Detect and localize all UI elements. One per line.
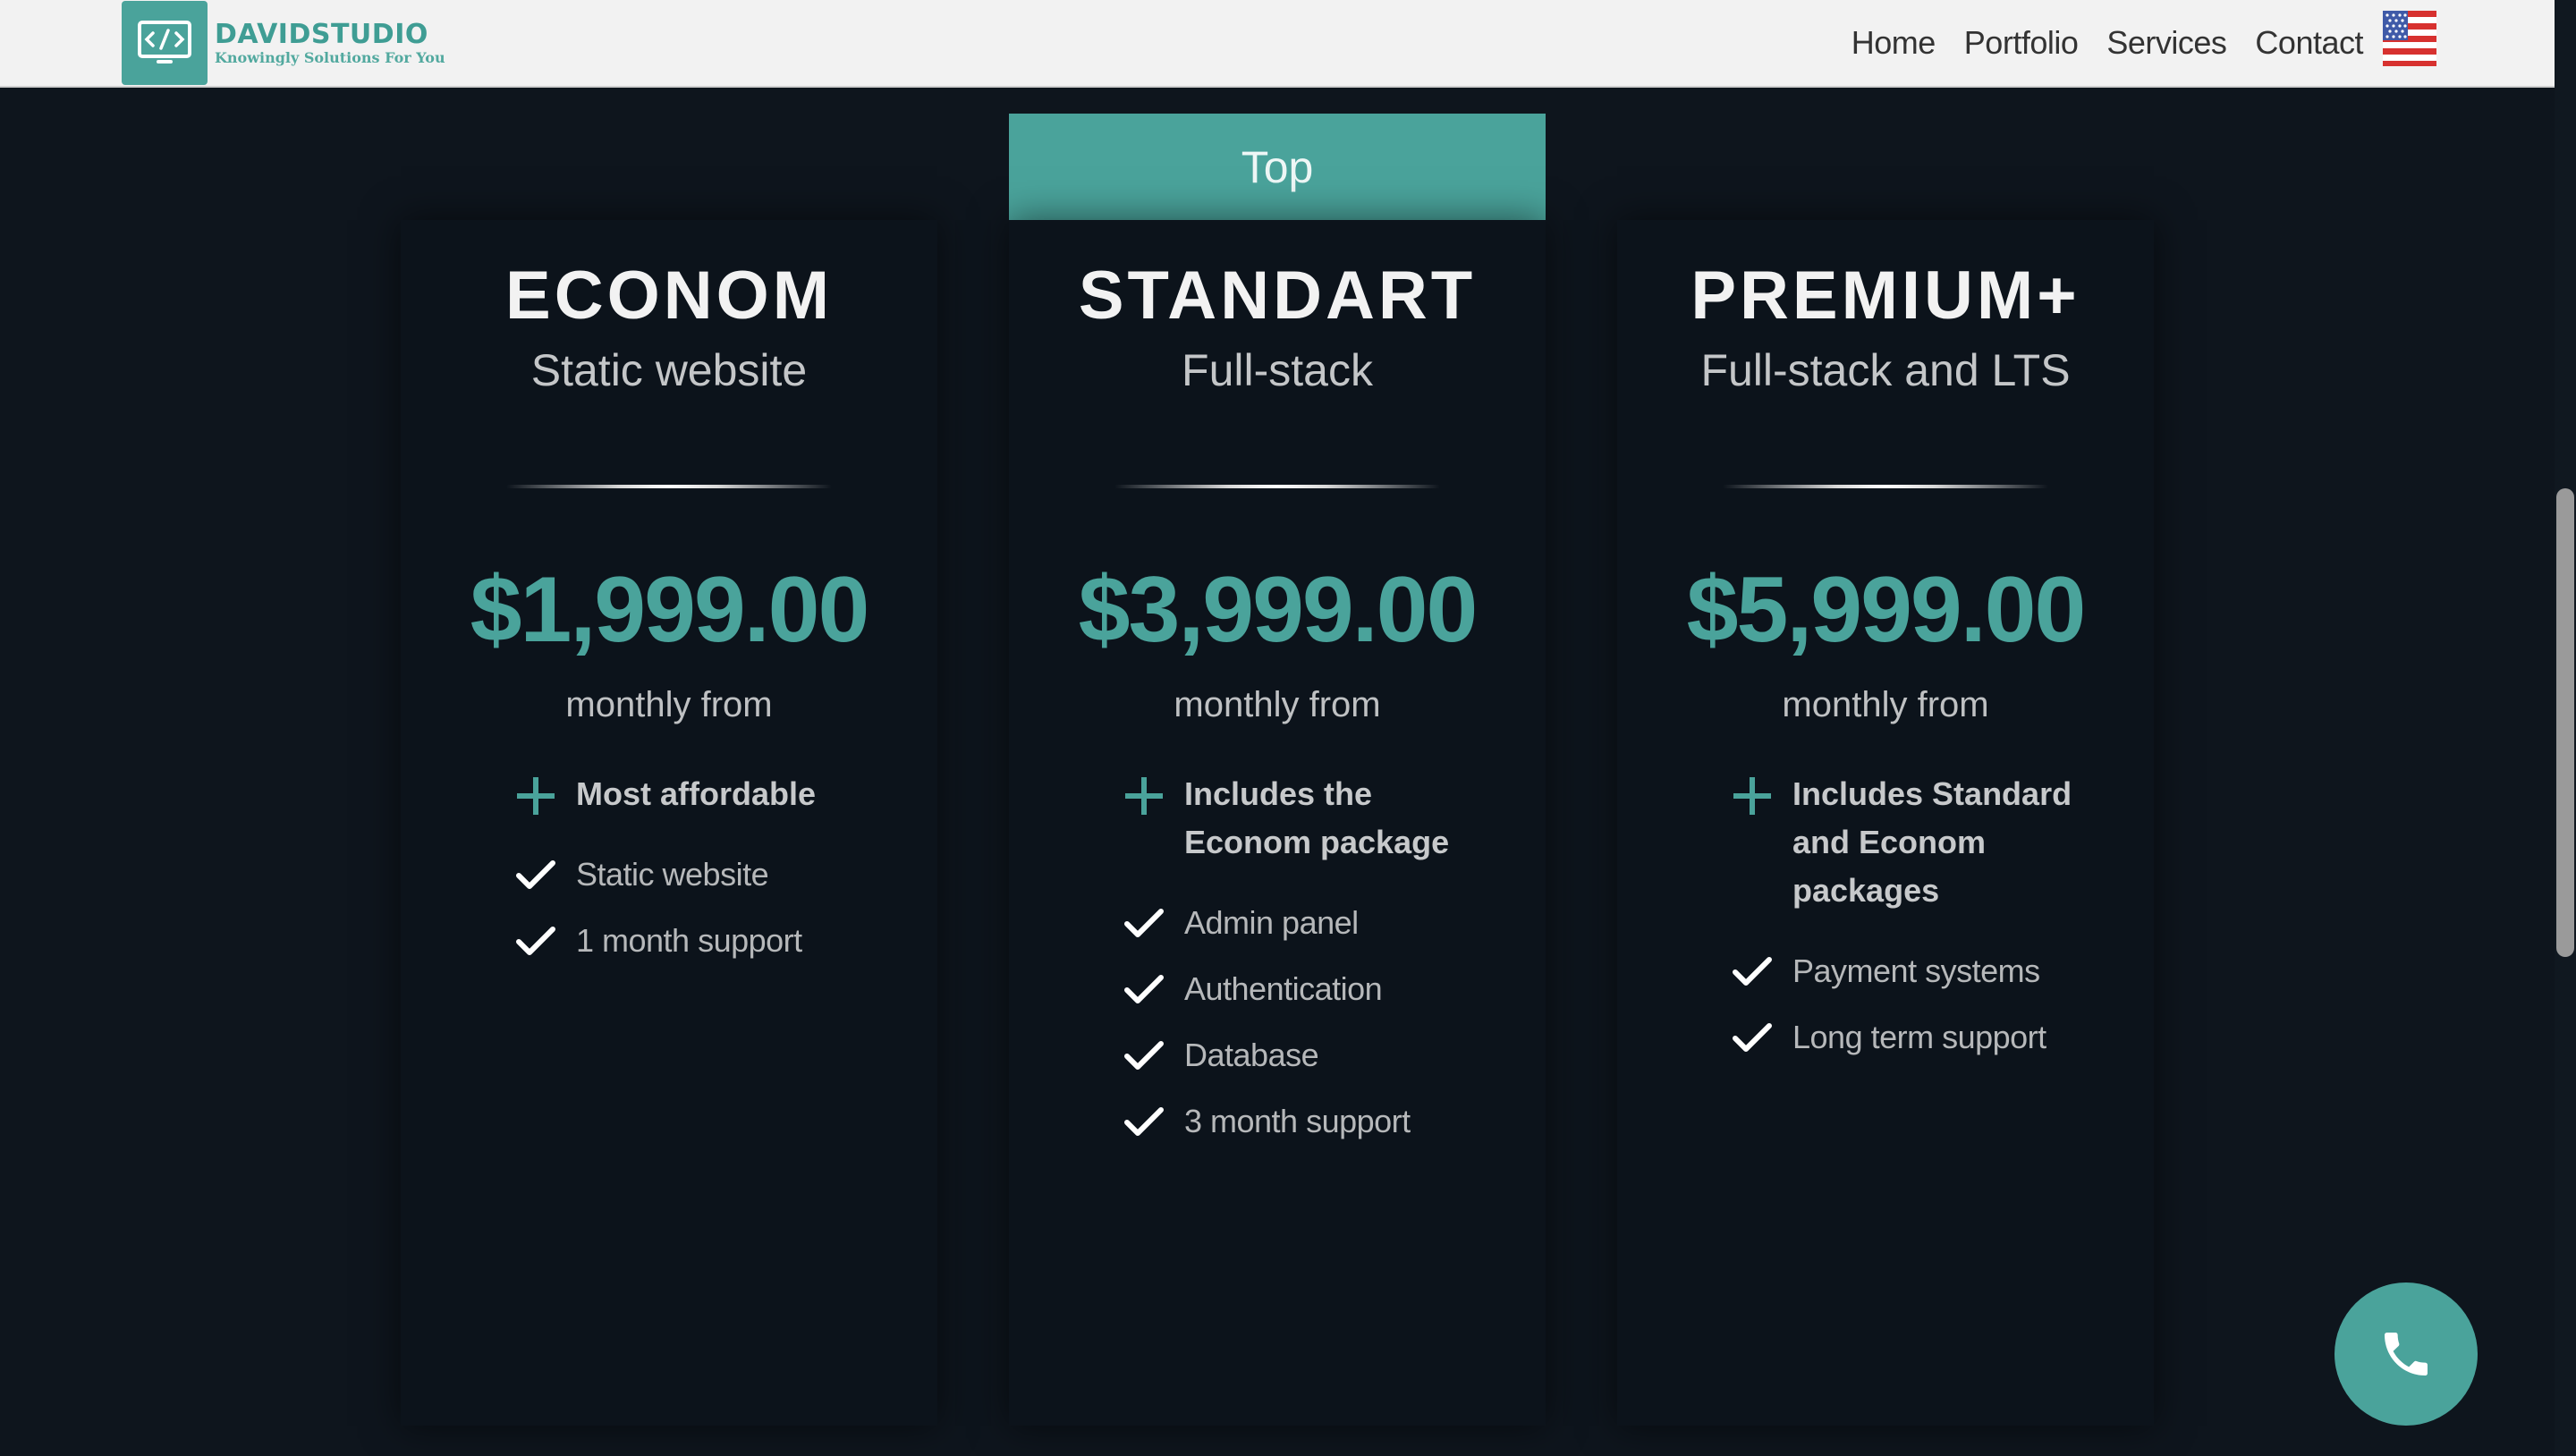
scrollbar-thumb[interactable] bbox=[2556, 488, 2574, 957]
feature-label: 1 month support bbox=[576, 922, 802, 959]
call-button[interactable] bbox=[2334, 1282, 2478, 1426]
check-icon bbox=[516, 927, 555, 955]
plan-subtitle: Static website bbox=[530, 345, 808, 395]
list-item: 1 month support bbox=[515, 908, 891, 974]
plan-subtitle: Full-stack bbox=[1182, 345, 1373, 395]
divider bbox=[1723, 485, 2048, 488]
feature-list: Includes Standard and Econom packages Pa… bbox=[1732, 770, 2107, 1071]
phone-icon bbox=[2385, 1333, 2428, 1376]
list-item: Static website bbox=[515, 842, 891, 908]
page: DAVIDSTUDIO Knowingly Solutions For You … bbox=[0, 0, 2576, 1456]
divider bbox=[506, 485, 832, 488]
plus-icon bbox=[1733, 777, 1771, 815]
list-item: Long term support bbox=[1732, 1004, 2107, 1071]
feature-highlight: Includes the Econom package bbox=[1123, 770, 1499, 867]
main-nav: Home Portfolio Services Contact bbox=[1823, 0, 2364, 86]
check-icon bbox=[1733, 957, 1772, 986]
nav-portfolio[interactable]: Portfolio bbox=[1964, 24, 2079, 62]
plus-icon bbox=[1125, 777, 1163, 815]
list-item: Payment systems bbox=[1732, 938, 2107, 1004]
us-flag-icon[interactable] bbox=[2383, 11, 2436, 66]
price-note: monthly from bbox=[1782, 685, 1989, 724]
pricing-card-premium[interactable]: PREMIUM+ Full-stack and LTS $5,999.00 mo… bbox=[1617, 220, 2154, 1426]
plan-title: STANDART bbox=[1078, 258, 1477, 334]
nav-home[interactable]: Home bbox=[1852, 24, 1936, 62]
check-icon bbox=[516, 860, 555, 889]
plan-price: $5,999.00 bbox=[1686, 558, 2087, 662]
brand-tagline: Knowingly Solutions For You bbox=[215, 49, 445, 66]
feature-label: Long term support bbox=[1792, 1019, 2046, 1055]
list-item: Authentication bbox=[1123, 956, 1499, 1022]
feature-label: Static website bbox=[576, 856, 769, 893]
feature-label: Payment systems bbox=[1792, 952, 2040, 989]
site-header: DAVIDSTUDIO Knowingly Solutions For You … bbox=[0, 0, 2555, 88]
check-icon bbox=[1733, 1023, 1772, 1052]
check-icon bbox=[1124, 1041, 1164, 1070]
plan-price: $3,999.00 bbox=[1078, 558, 1479, 662]
plan-subtitle: Full-stack and LTS bbox=[1700, 345, 2071, 395]
divider bbox=[1114, 485, 1440, 488]
list-item: Database bbox=[1123, 1022, 1499, 1088]
price-note: monthly from bbox=[1174, 685, 1381, 724]
code-laptop-icon bbox=[122, 1, 208, 85]
feature-label: 3 month support bbox=[1184, 1103, 1411, 1139]
feature-label: Authentication bbox=[1184, 970, 1383, 1007]
top-plan-badge: Top bbox=[1009, 114, 1546, 220]
plus-icon bbox=[517, 777, 555, 815]
list-item: 3 month support bbox=[1123, 1088, 1499, 1155]
feature-list: Includes the Econom package Admin panel … bbox=[1123, 770, 1499, 1155]
plan-title: PREMIUM+ bbox=[1690, 258, 2080, 334]
feature-highlight: Most affordable bbox=[515, 770, 891, 818]
feature-highlight-label: Most affordable bbox=[576, 775, 817, 812]
brand-logo[interactable]: DAVIDSTUDIO Knowingly Solutions For You bbox=[122, 0, 445, 86]
nav-contact[interactable]: Contact bbox=[2255, 24, 2363, 62]
check-icon bbox=[1124, 1107, 1164, 1136]
pricing-card-econom[interactable]: ECONOM Static website $1,999.00 monthly … bbox=[401, 220, 937, 1426]
check-icon bbox=[1124, 909, 1164, 937]
nav-services[interactable]: Services bbox=[2106, 24, 2227, 62]
check-icon bbox=[1124, 975, 1164, 1003]
feature-label: Admin panel bbox=[1184, 904, 1359, 941]
plan-price: $1,999.00 bbox=[470, 558, 870, 662]
feature-list: Most affordable Static website 1 month s… bbox=[515, 770, 891, 974]
plan-title: ECONOM bbox=[505, 258, 833, 334]
list-item: Admin panel bbox=[1123, 890, 1499, 956]
feature-highlight: Includes Standard and Econom packages bbox=[1732, 770, 2107, 915]
feature-label: Database bbox=[1184, 1037, 1319, 1073]
price-note: monthly from bbox=[565, 685, 773, 724]
feature-highlight-label: Includes the Econom package bbox=[1184, 775, 1450, 860]
feature-highlight-label: Includes Standard and Econom packages bbox=[1792, 775, 2072, 909]
brand-title: DAVIDSTUDIO bbox=[215, 19, 428, 50]
pricing-card-standart[interactable]: STANDART Full-stack $3,999.00 monthly fr… bbox=[1009, 220, 1546, 1426]
